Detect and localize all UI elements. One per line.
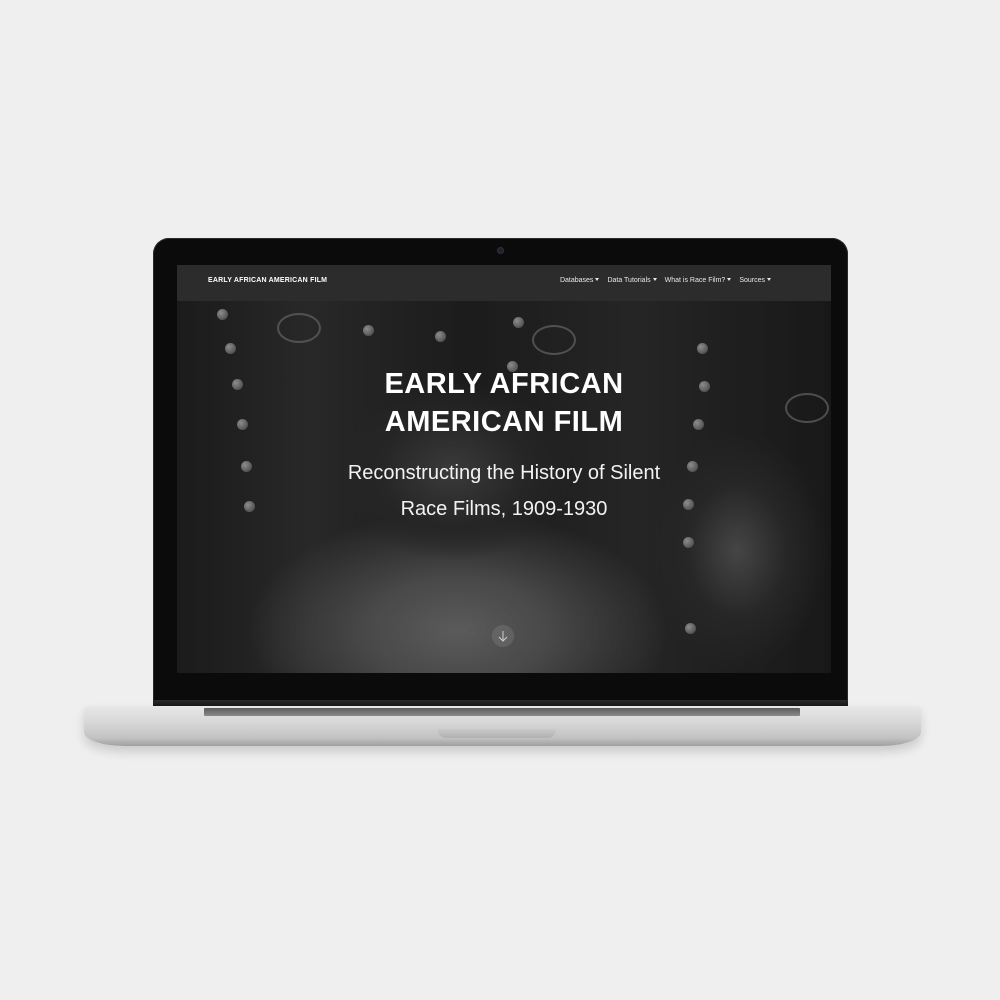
caret-down-icon xyxy=(652,278,657,281)
nav-item-databases[interactable]: Databases xyxy=(559,277,600,284)
nav-item-what-is-race-film[interactable]: What is Race Film? xyxy=(665,277,732,284)
nav-menu: Databases Data Tutorials What is Race Fi… xyxy=(560,277,771,284)
hero-subtitle-line: Reconstructing the History of Silent xyxy=(347,462,661,484)
hero-subtitle: Reconstructing the History of Silent Rac… xyxy=(177,455,831,527)
caret-down-icon xyxy=(595,278,600,281)
site-brand-link[interactable]: EARLY AFRICAN AMERICAN FILM xyxy=(208,277,327,284)
hero-subtitle-line: Race Films, 1909-1930 xyxy=(400,498,608,520)
keyboard-edge xyxy=(204,708,800,716)
nav-item-label: Sources xyxy=(739,277,765,284)
arrow-down-icon xyxy=(498,631,508,642)
camera-icon xyxy=(498,248,503,253)
caret-down-icon xyxy=(767,278,771,281)
hero-title-line: EARLY AFRICAN xyxy=(384,368,624,400)
hero-title-line: AMERICAN FILM xyxy=(384,406,624,438)
nav-item-label: Databases xyxy=(559,277,594,284)
caret-down-icon xyxy=(727,278,732,281)
laptop-notch xyxy=(438,729,556,738)
nav-item-label: Data Tutorials xyxy=(607,277,651,284)
scroll-down-button[interactable] xyxy=(492,625,514,647)
laptop-mockup: EARLY AFRICAN AMERICAN FILM Databases Da… xyxy=(0,0,1000,1000)
nav-item-label: What is Race Film? xyxy=(664,277,726,284)
nav-item-sources[interactable]: Sources xyxy=(739,277,771,284)
top-navbar: EARLY AFRICAN AMERICAN FILM Databases Da… xyxy=(177,265,831,301)
browser-screen: EARLY AFRICAN AMERICAN FILM Databases Da… xyxy=(177,265,831,673)
nav-item-data-tutorials[interactable]: Data Tutorials xyxy=(607,277,657,284)
hero-title: EARLY AFRICAN AMERICAN FILM xyxy=(177,365,831,441)
